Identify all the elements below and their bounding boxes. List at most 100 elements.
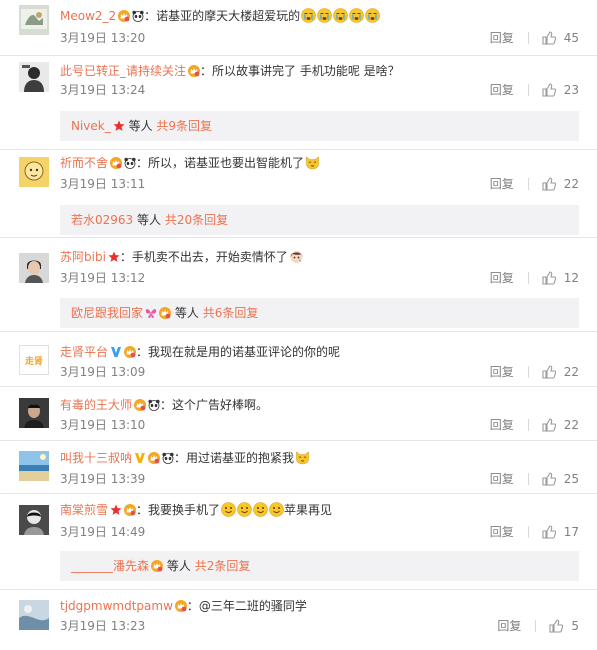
sub-replies-summary[interactable]: Nivek_ 等人 共9条回复 <box>60 111 579 141</box>
username[interactable]: 有毒的王大师 <box>60 398 132 412</box>
red-star-badge-icon <box>108 251 120 263</box>
red-star-badge-icon <box>110 504 122 516</box>
sub-reply-username[interactable]: Nivek_ <box>71 119 111 133</box>
like-button[interactable]: 23 <box>542 81 579 99</box>
view-more-replies-link[interactable]: 共20条回复 <box>165 213 228 227</box>
reply-button[interactable]: 回复 <box>490 175 514 193</box>
like-button[interactable]: 22 <box>542 175 579 193</box>
thumbs-up-icon <box>542 365 556 379</box>
username[interactable]: 南棠煎雪 <box>60 503 108 517</box>
sub-replies-summary[interactable]: 欧尼跟我回家 等人 共6条回复 <box>60 298 579 328</box>
cat-emoji-icon <box>295 450 310 465</box>
like-count: 25 <box>563 472 579 486</box>
divider <box>535 620 537 632</box>
view-more-replies-link[interactable]: 共2条回复 <box>195 559 251 573</box>
like-button[interactable]: 45 <box>542 29 579 47</box>
sub-reply-label: 等人 <box>174 306 199 320</box>
thumbs-up-icon <box>542 31 556 45</box>
reply-button[interactable]: 回复 <box>490 363 514 381</box>
like-count: 22 <box>563 365 579 379</box>
cry-emoji-icon <box>349 8 364 23</box>
divider <box>0 386 597 387</box>
username[interactable]: tjdgpmwmdtpamw <box>60 599 173 613</box>
divider <box>0 493 597 494</box>
avatar[interactable] <box>19 157 49 187</box>
avatar[interactable] <box>19 451 49 481</box>
divider <box>0 149 597 150</box>
sub-reply-username[interactable]: 欧尼跟我回家 <box>71 306 143 320</box>
comment-date: 3月19日 13:09 <box>60 365 146 379</box>
divider <box>0 237 597 238</box>
cry-emoji-icon <box>365 8 380 23</box>
username[interactable]: Meow2_2 <box>60 9 116 23</box>
sub-reply-username[interactable]: 若水02963 <box>71 213 133 227</box>
comment-text: ：诺基亚的摩天大楼超爱玩的 <box>144 9 301 23</box>
comment-date: 3月19日 13:23 <box>60 619 146 633</box>
divider <box>527 272 529 284</box>
like-button[interactable]: 12 <box>542 269 579 287</box>
crown-badge-icon <box>124 346 136 358</box>
like-button[interactable]: 22 <box>542 416 579 434</box>
verified-blue-icon <box>110 346 122 358</box>
avatar[interactable]: 走肾 <box>19 345 49 375</box>
panda-badge-icon <box>132 10 144 22</box>
cry-emoji-icon <box>317 8 332 23</box>
like-button[interactable]: 17 <box>542 523 579 541</box>
avatar[interactable] <box>19 505 49 535</box>
sub-replies-summary[interactable]: _______潘先森 等人 共2条回复 <box>60 551 579 581</box>
reply-button[interactable]: 回复 <box>490 523 514 541</box>
avatar[interactable] <box>19 5 49 35</box>
like-button[interactable]: 22 <box>542 363 579 381</box>
comment-text: ：这个广告好棒啊。 <box>160 398 269 412</box>
comment-text: ：用过诺基亚的抱紧我 <box>174 451 295 465</box>
red-star-badge-icon <box>113 120 125 132</box>
thumbs-up-icon <box>542 525 556 539</box>
sub-reply-username[interactable]: _______潘先森 <box>71 559 149 573</box>
comment-text: ：所以，诺基亚也要出智能机了 <box>136 156 305 170</box>
thumbs-up-icon <box>542 418 556 432</box>
username[interactable]: 苏阿bibi <box>60 250 106 264</box>
divider <box>527 526 529 538</box>
comment-text-suffix: 苹果再见 <box>284 503 333 517</box>
view-more-replies-link[interactable]: 共9条回复 <box>156 119 212 133</box>
reply-button[interactable]: 回复 <box>490 416 514 434</box>
username[interactable]: 走肾平台 <box>60 345 108 359</box>
reply-button[interactable]: 回复 <box>490 29 514 47</box>
comment-date: 3月19日 13:12 <box>60 271 146 285</box>
reply-button[interactable]: 回复 <box>490 269 514 287</box>
smile-emoji-icon <box>221 502 236 517</box>
like-button[interactable]: 5 <box>549 617 579 635</box>
view-more-replies-link[interactable]: 共6条回复 <box>203 306 259 320</box>
like-button[interactable]: 25 <box>542 470 579 488</box>
reply-button[interactable]: 回复 <box>490 470 514 488</box>
reply-button[interactable]: 回复 <box>497 617 521 635</box>
avatar[interactable] <box>19 398 49 428</box>
username[interactable]: 祈而不舍 <box>60 156 108 170</box>
username[interactable]: 此号已转正_请持续关注 <box>60 64 186 78</box>
crown-badge-icon <box>159 307 171 319</box>
comment-text: ：我要换手机了 <box>136 503 221 517</box>
sub-replies-summary[interactable]: 若水02963 等人 共20条回复 <box>60 205 579 235</box>
like-count: 17 <box>563 525 579 539</box>
like-count: 22 <box>563 177 579 191</box>
avatar[interactable] <box>19 253 49 283</box>
crown-badge-icon <box>118 10 130 22</box>
comment-date: 3月19日 13:11 <box>60 177 146 191</box>
avatar[interactable] <box>19 62 49 92</box>
reply-button[interactable]: 回复 <box>490 81 514 99</box>
crown-badge-icon <box>175 600 187 612</box>
thumbs-up-icon <box>542 271 556 285</box>
thumbs-up-icon <box>549 619 563 633</box>
divider <box>0 331 597 332</box>
divider <box>0 589 597 590</box>
divider <box>527 32 529 44</box>
comment-date: 3月19日 13:20 <box>60 31 146 45</box>
cry-emoji-icon <box>333 8 348 23</box>
divider <box>0 440 597 441</box>
avatar[interactable] <box>19 600 49 630</box>
sub-reply-label: 等人 <box>128 119 153 133</box>
like-count: 23 <box>563 83 579 97</box>
girl-emoji-icon <box>289 249 304 264</box>
username[interactable]: 叫我十三叔呐 <box>60 451 132 465</box>
divider <box>527 178 529 190</box>
